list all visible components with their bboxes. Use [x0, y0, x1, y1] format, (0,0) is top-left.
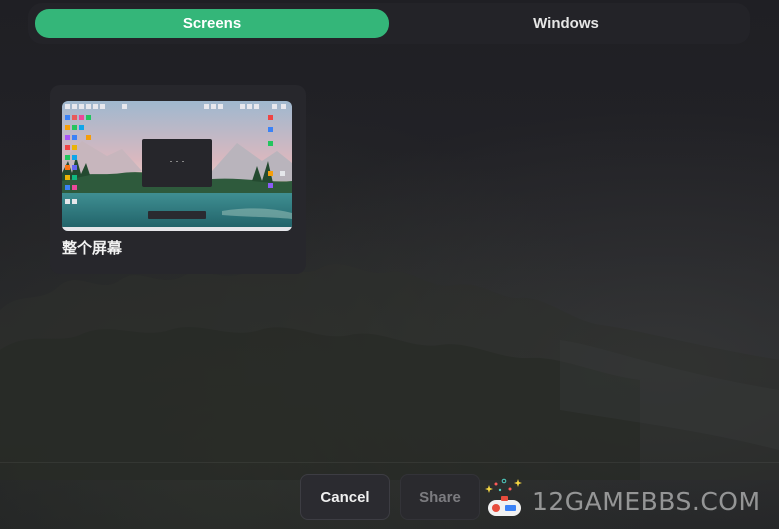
screen-thumbnail — [62, 101, 292, 231]
screen-share-dialog: Screens Windows 整个屏幕 Cancel Share 12GAME… — [0, 0, 779, 529]
game-controller-icon — [484, 478, 526, 525]
tab-windows[interactable]: Windows — [389, 9, 743, 38]
watermark: 12GAMEBBS.COM — [484, 478, 761, 525]
watermark-text: 12GAMEBBS.COM — [532, 486, 761, 516]
tab-screens[interactable]: Screens — [35, 9, 389, 38]
background-trees — [0, 263, 779, 480]
share-button[interactable]: Share — [400, 474, 480, 520]
source-tabs: Screens Windows — [28, 3, 750, 44]
screen-source-label: 整个屏幕 — [62, 240, 123, 257]
footer-divider — [0, 462, 779, 463]
screen-source-card[interactable]: 整个屏幕 — [50, 85, 306, 274]
cancel-button[interactable]: Cancel — [300, 474, 390, 520]
